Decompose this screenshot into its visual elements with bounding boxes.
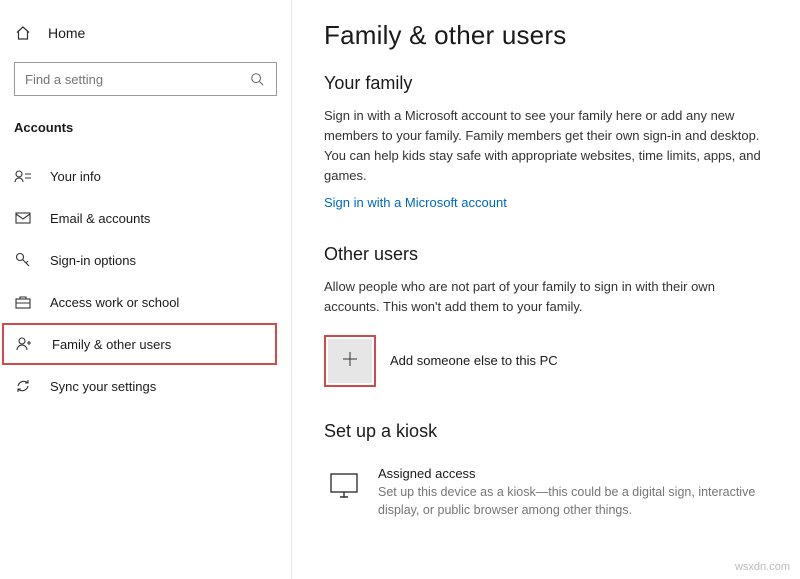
home-icon bbox=[14, 24, 32, 42]
assigned-access-text: Assigned access Set up this device as a … bbox=[378, 466, 758, 519]
sidebar-item-email-accounts[interactable]: Email & accounts bbox=[0, 197, 291, 239]
nav-list: Your info Email & accounts Sign-in optio… bbox=[0, 149, 291, 407]
assigned-access-description: Set up this device as a kiosk—this could… bbox=[378, 483, 758, 519]
signin-microsoft-link[interactable]: Sign in with a Microsoft account bbox=[324, 195, 507, 210]
section-accounts: Accounts bbox=[0, 96, 291, 149]
other-users-description: Allow people who are not part of your fa… bbox=[324, 277, 764, 317]
search-icon bbox=[248, 70, 266, 88]
assigned-access-title: Assigned access bbox=[378, 466, 758, 481]
home-button[interactable]: Home bbox=[0, 18, 291, 56]
sidebar-item-label: Email & accounts bbox=[50, 211, 150, 226]
search-input[interactable] bbox=[25, 72, 248, 87]
sidebar-item-family-other-users[interactable]: Family & other users bbox=[2, 323, 277, 365]
watermark: wsxdn.com bbox=[735, 561, 790, 573]
key-icon bbox=[14, 251, 32, 269]
sidebar-item-your-info[interactable]: Your info bbox=[0, 155, 291, 197]
monitor-icon bbox=[324, 466, 364, 506]
page-title: Family & other users bbox=[324, 20, 770, 51]
search-box[interactable] bbox=[14, 62, 277, 96]
sidebar-item-label: Sync your settings bbox=[50, 379, 156, 394]
other-users-heading: Other users bbox=[324, 244, 770, 265]
person-card-icon bbox=[14, 167, 32, 185]
your-family-heading: Your family bbox=[324, 73, 770, 94]
sidebar-item-label: Access work or school bbox=[50, 295, 179, 310]
sidebar-item-label: Sign-in options bbox=[50, 253, 136, 268]
sidebar-item-sync-settings[interactable]: Sync your settings bbox=[0, 365, 291, 407]
assigned-access-row[interactable]: Assigned access Set up this device as a … bbox=[324, 454, 770, 519]
main-content: Family & other users Your family Sign in… bbox=[292, 0, 800, 579]
add-user-label: Add someone else to this PC bbox=[390, 353, 558, 368]
mail-icon bbox=[14, 209, 32, 227]
sidebar-item-signin-options[interactable]: Sign-in options bbox=[0, 239, 291, 281]
people-plus-icon bbox=[16, 335, 34, 353]
add-user-button[interactable] bbox=[328, 339, 372, 383]
sync-icon bbox=[14, 377, 32, 395]
kiosk-heading: Set up a kiosk bbox=[324, 421, 770, 442]
sidebar-item-label: Family & other users bbox=[52, 337, 171, 352]
home-label: Home bbox=[48, 25, 85, 41]
add-button-highlight bbox=[324, 335, 376, 387]
sidebar-item-access-work-school[interactable]: Access work or school bbox=[0, 281, 291, 323]
briefcase-icon bbox=[14, 293, 32, 311]
sidebar-item-label: Your info bbox=[50, 169, 101, 184]
add-user-row[interactable]: Add someone else to this PC bbox=[324, 335, 770, 387]
plus-icon bbox=[341, 350, 359, 371]
sidebar: Home Accounts Your info Email bbox=[0, 0, 292, 579]
your-family-description: Sign in with a Microsoft account to see … bbox=[324, 106, 764, 187]
